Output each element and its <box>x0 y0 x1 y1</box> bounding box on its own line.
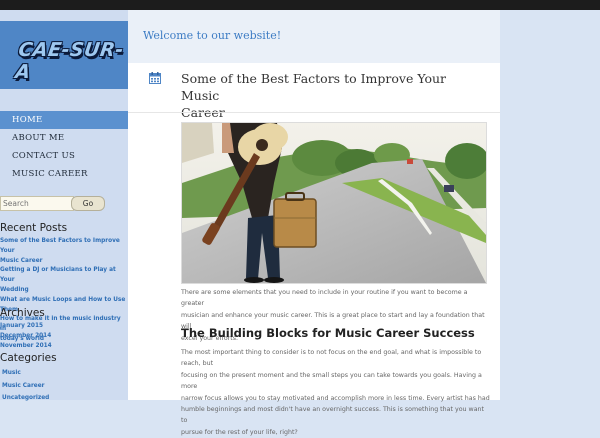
archive-link[interactable]: January 2015 <box>0 322 128 332</box>
post-paragraph: The most important thing to consider is … <box>181 347 491 438</box>
category-link[interactable]: Music <box>0 367 128 380</box>
nav-item-home[interactable]: HOME <box>0 111 128 129</box>
archive-link[interactable]: November 2014 <box>0 342 128 352</box>
guitarist-on-road-image <box>182 123 486 283</box>
main-nav: HOME ABOUT ME CONTACT US MUSIC CAREER <box>0 111 128 183</box>
search-button[interactable]: Go <box>71 196 105 211</box>
logo-banner[interactable]: CAE-SUR-A <box>0 21 128 89</box>
categories-list: Music Music Career Uncategorized <box>0 367 128 405</box>
site-logo: CAE-SUR-A <box>13 39 126 83</box>
divider <box>128 112 500 113</box>
right-background <box>500 10 600 400</box>
archives-title: Archives <box>0 307 45 319</box>
text-line: There are some elements that you need to… <box>181 289 468 308</box>
categories-title: Categories <box>0 352 57 364</box>
archives-list: January 2015 December 2014 November 2014 <box>0 322 128 351</box>
calendar-icon <box>149 72 161 84</box>
recent-post-link[interactable]: Wedding <box>0 286 128 296</box>
welcome-text: Welcome to our website! <box>143 29 282 42</box>
post-title[interactable]: Some of the Best Factors to Improve Your… <box>181 70 481 121</box>
post-featured-image <box>181 122 487 284</box>
search-input[interactable] <box>0 196 74 211</box>
text-line: humble beginnings and most didn't have a… <box>181 406 485 425</box>
category-link[interactable]: Uncategorized <box>0 392 128 405</box>
recent-post-link[interactable]: Some of the Best Factors to Improve Your <box>0 237 128 257</box>
recent-posts-title: Recent Posts <box>0 222 68 234</box>
post-title-line: Some of the Best Factors to Improve Your… <box>181 71 447 103</box>
archive-link[interactable]: December 2014 <box>0 332 128 342</box>
text-line: focusing on the present moment and the s… <box>181 371 482 391</box>
main-content: Welcome to our website! Some of the Best… <box>128 10 500 436</box>
recent-post-link[interactable]: Music Career <box>0 257 128 267</box>
top-bar <box>0 0 600 10</box>
text-line: pursue for the rest of your life, right? <box>181 428 298 436</box>
section-heading: The Building Blocks for Music Career Suc… <box>181 326 475 340</box>
text-line: narrow focus allows you to stay motivate… <box>181 394 490 402</box>
nav-item-music-career[interactable]: MUSIC CAREER <box>0 165 128 183</box>
recent-post-link[interactable]: Getting a DJ or Musicians to Play at You… <box>0 266 128 286</box>
category-link[interactable]: Music Career <box>0 380 128 393</box>
nav-item-contact-us[interactable]: CONTACT US <box>0 147 128 165</box>
nav-item-about-me[interactable]: ABOUT ME <box>0 129 128 147</box>
welcome-banner: Welcome to our website! <box>128 10 500 63</box>
text-line: The most important thing to consider is … <box>181 349 482 368</box>
